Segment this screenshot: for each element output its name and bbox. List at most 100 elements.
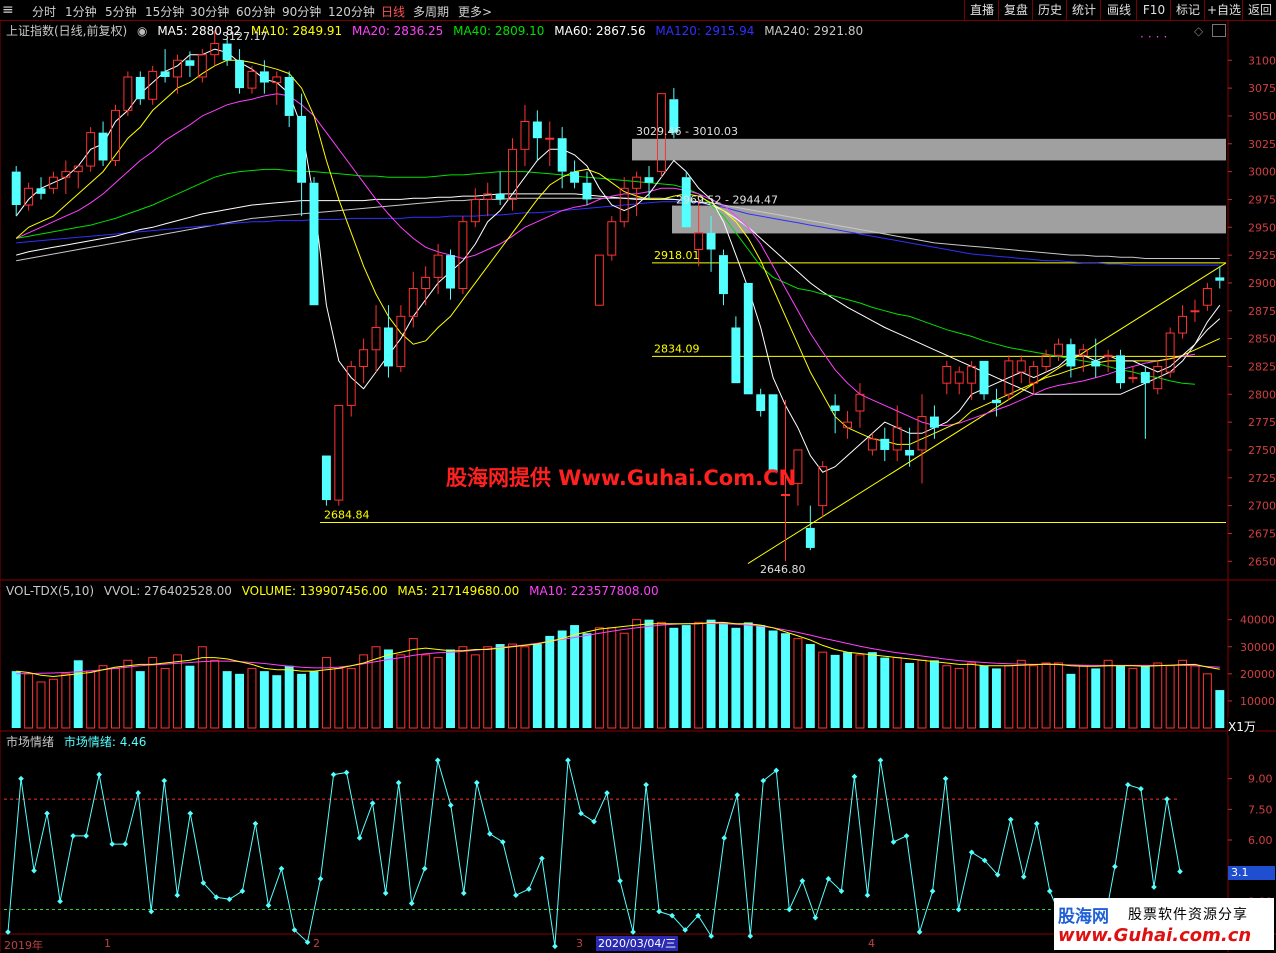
volume-bar-up (1016, 659, 1026, 729)
candle (483, 182, 493, 217)
candle-body-up (632, 176, 642, 189)
price-axis-label: 3050 (1248, 110, 1276, 123)
volume-bar-up (247, 667, 257, 729)
candle (818, 461, 828, 517)
volume-bar-down (185, 665, 195, 728)
candle (1128, 366, 1138, 384)
volume-bar-down (706, 619, 716, 728)
volume-bar-up (36, 681, 46, 729)
candle-body-down (135, 76, 145, 100)
candle-body-up (892, 427, 902, 451)
volume-ma10-line (16, 623, 1220, 675)
sentiment-point (239, 888, 246, 894)
candle-body-up (594, 254, 604, 306)
candle (123, 71, 133, 116)
candle-body-down (929, 416, 939, 428)
volume-bar-down (235, 673, 245, 728)
sentiment-point (1112, 863, 1118, 870)
volume-bar-up (607, 627, 617, 729)
sentiment-point (109, 841, 116, 847)
volume-bar-up (61, 673, 71, 729)
price-axis-label: 3100 (1248, 54, 1276, 67)
price-axis-label: 2950 (1248, 221, 1276, 234)
volume-bar-up (483, 646, 493, 729)
volume-bar-up (1004, 665, 1014, 729)
candle (210, 30, 220, 66)
sentiment-point (591, 818, 597, 825)
price-axis-label: 2675 (1248, 527, 1276, 540)
sentiment-point (1151, 884, 1157, 890)
annotation-high: 3127.17 (222, 30, 268, 43)
sentiment-point (955, 906, 962, 913)
watermark-text: 股海网提供 Www.Guhai.Com.CN (446, 466, 797, 490)
volume-bar-up (1103, 659, 1113, 729)
volume-bar-down (582, 633, 592, 728)
sentiment-point (1020, 873, 1027, 880)
candle-body-up (1029, 365, 1039, 384)
volume-bar-down (284, 665, 294, 728)
sentiment-point (18, 775, 24, 782)
sentiment-point (408, 900, 415, 907)
candle-body-down (222, 43, 232, 61)
candle-body-up (545, 137, 555, 140)
sentiment-point (539, 855, 545, 862)
sentiment-point (356, 835, 363, 841)
candle-body-up (470, 198, 480, 223)
volume-bar-up (98, 665, 108, 729)
sentiment-point (382, 890, 389, 896)
volume-bar-up (359, 654, 369, 729)
candle-body-down (570, 171, 580, 183)
candle (272, 71, 282, 105)
volume-bar-up (1202, 673, 1212, 729)
candle (111, 104, 120, 167)
volume-bar-up (470, 654, 480, 729)
sentiment-current-badge: 3.1 (1228, 866, 1275, 880)
volume-bar-up (24, 673, 34, 729)
volume-bar-up (433, 657, 443, 729)
candle (644, 166, 654, 200)
candle-body-up (334, 404, 344, 501)
candle-body-up (123, 76, 133, 111)
candle-body-up (1128, 377, 1138, 380)
volume-unit: X1万 (1228, 718, 1256, 735)
price-axis-label: 2850 (1248, 333, 1276, 346)
candle-body-down (235, 60, 245, 89)
volume-bar-up (694, 621, 704, 729)
candle (867, 433, 877, 456)
annotation-gap-upper: 3029.46 - 3010.03 (636, 125, 738, 138)
candle-body-up (247, 70, 257, 89)
volume-bar-up (632, 619, 642, 729)
volume-bar-up (954, 667, 964, 729)
candle-body-up (111, 109, 120, 161)
sentiment-point (44, 810, 50, 817)
xlabel-m3: 3 (576, 937, 583, 950)
sentiment-point (278, 865, 285, 872)
candle-body-down (383, 327, 393, 367)
candle-body-up (967, 365, 977, 384)
volume-bar-down (719, 622, 728, 728)
candle-body-down (36, 188, 46, 194)
sentiment-point (434, 757, 441, 764)
site-logo: 股海网 股票软件资源分享 www.Guhai.com.cn (1054, 898, 1274, 950)
candle (235, 49, 245, 94)
candle (98, 121, 108, 167)
volume-bar-down (1066, 673, 1076, 728)
volume-bar-down (644, 619, 654, 728)
price-axis-label: 2825 (1248, 360, 1276, 373)
candle-body-down (905, 449, 915, 456)
candle-body-up (867, 438, 877, 451)
candle (173, 54, 182, 94)
volume-bar-down (297, 673, 307, 728)
xlabel-m2: 2 (313, 937, 320, 950)
candle-body-down (11, 171, 21, 206)
candle (805, 505, 815, 551)
annotation-level-2834: 2834.09 (654, 342, 700, 355)
volume-bar-up (520, 646, 530, 729)
price-axis-label: 2725 (1248, 472, 1276, 485)
price-axis-label: 2925 (1248, 249, 1276, 262)
sentiment-axis-label: 7.50 (1248, 803, 1273, 816)
volume-axis-label: 20000 (1240, 668, 1275, 681)
volume-bar-up (917, 659, 927, 729)
candle-body-up (371, 326, 381, 351)
candle-body-down (321, 455, 331, 501)
